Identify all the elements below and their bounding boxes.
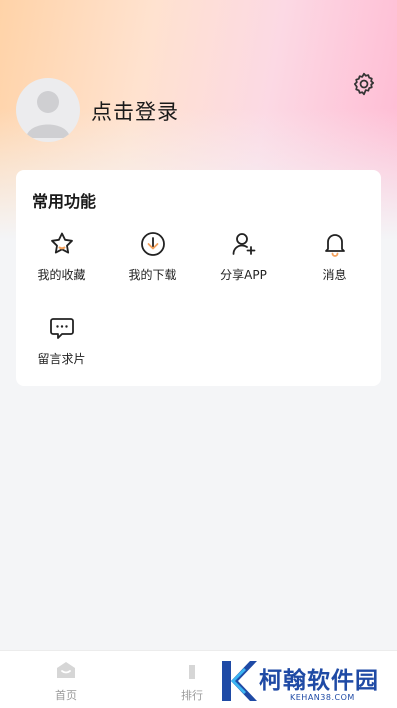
feature-messages[interactable]: 消息 [289,230,380,300]
settings-button[interactable] [350,70,378,98]
watermark-title: 柯翰软件园 [259,668,379,694]
feature-request-film[interactable]: 留言求片 [16,314,107,384]
default-avatar-icon [26,91,70,138]
user-add-icon [232,233,255,255]
feature-label: 分享APP [220,268,267,282]
star-icon [50,232,73,254]
login-link[interactable]: 点击登录 [91,96,179,126]
feature-label: 消息 [322,268,347,282]
home-icon [57,662,75,678]
watermark: 柯翰软件园 KEHAN38.COM [215,655,397,707]
tab-home[interactable]: 首页 [26,651,106,708]
feature-label: 我的收藏 [37,268,86,282]
comment-icon [49,318,74,339]
download-icon [140,232,165,256]
watermark-logo-icon [222,661,257,701]
bell-icon [324,234,345,257]
tab-label: 首页 [55,689,77,702]
gear-icon [353,72,375,96]
avatar[interactable] [16,78,80,142]
card-title: 常用功能 [32,192,97,211]
feature-share-app[interactable]: 分享APP [198,230,289,300]
common-features-card: 常用功能 我的收藏 我的下载 分享APP 消息 留言求片 [16,170,381,386]
ranking-icon [189,665,195,679]
watermark-subtitle: KEHAN38.COM [290,693,355,702]
feature-label: 我的下载 [128,268,177,282]
feature-favorites[interactable]: 我的收藏 [16,230,107,300]
feature-downloads[interactable]: 我的下载 [107,230,198,300]
feature-label: 留言求片 [37,352,86,366]
